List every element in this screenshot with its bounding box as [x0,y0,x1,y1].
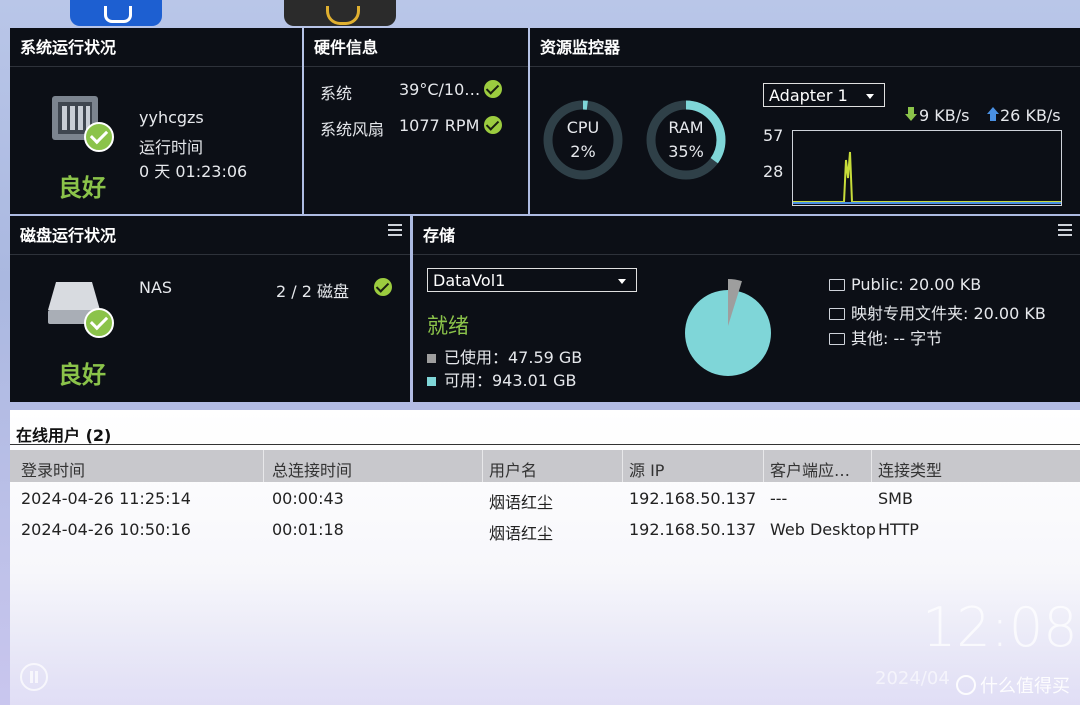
disk-count: 2 / 2 磁盘 [276,282,350,301]
app-icon-top-left[interactable] [70,0,162,26]
volume-select-value: DataVol1 [433,271,506,290]
column-divider[interactable] [263,450,264,482]
folder-other-text: 其他: -- 字节 [851,329,943,348]
column-header-login-time[interactable]: 登录时间 [21,457,85,481]
folder-item-public: Public: 20.00 KB [829,275,981,294]
upload-arrow-icon [987,107,999,121]
hostname: yyhcgzs [139,108,204,127]
disk-health-check-icon [84,308,114,338]
chevron-down-icon [866,94,874,99]
cpu-label: CPU [566,118,600,137]
column-header-client-app[interactable]: 客户端应… [770,457,850,481]
column-header-duration[interactable]: 总连接时间 [272,457,352,481]
cpu-gauge [543,100,623,180]
chart-y-tick-mid: 28 [763,162,784,181]
download-arrow-icon [905,107,917,121]
folder-mapped-text: 映射专用文件夹: 20.00 KB [851,304,1046,323]
hardware-panel: 硬件信息 系统 39°C/10… 系统风扇 1077 RPM [304,28,528,214]
volume-select[interactable]: DataVol1 [427,268,637,292]
folder-item-mapped: 映射专用文件夹: 20.00 KB [829,300,1046,324]
chevron-down-icon [618,279,626,284]
network-traffic-chart [792,130,1062,206]
column-divider[interactable] [482,450,483,482]
folder-icon [829,279,845,291]
free-label: 可用：943.01 GB [444,371,577,390]
download-rate: 9 KB/s [919,106,970,125]
free-swatch [427,377,436,386]
cell-login-time: 2024-04-26 10:50:16 [21,520,191,539]
uptime-label: 运行时间 [139,138,204,157]
watermark: 什么值得买 [956,672,1070,698]
used-label: 已使用：47.59 GB [444,348,583,367]
folder-icon [829,308,845,320]
used-legend: 已使用：47.59 GB [427,344,582,368]
table-header-row: 登录时间 总连接时间 用户名 源 IP 客户端应… 连接类型 [10,450,1080,482]
title-divider [10,444,1080,445]
desktop-date: 2024/04 [875,668,950,689]
pause-icon[interactable] [20,663,48,691]
column-header-connection-type[interactable]: 连接类型 [878,457,942,481]
desktop-clock: 12:08 [922,596,1078,659]
cell-client-app: Web Desktop [770,520,876,539]
hardware-system-label: 系统 [320,84,353,103]
used-swatch [427,354,436,363]
system-status-title: 系统运行状况 [10,28,302,67]
hardware-fan-label: 系统风扇 [320,120,385,139]
volume-state: 就绪 [427,314,469,338]
cell-duration: 00:00:43 [272,489,344,508]
hardware-system-value: 39°C/10… [399,80,481,99]
menu-list-icon[interactable] [1058,224,1072,236]
menu-list-icon[interactable] [388,224,402,236]
disk-status-title: 磁盘运行状况 [10,216,410,255]
system-status-panel: 系统运行状况 良好 yyhcgzs 运行时间 0 天 01:23:06 [10,28,302,214]
uptime-value: 0 天 01:23:06 [139,162,248,181]
ram-value: 35% [668,142,704,161]
watermark-logo-icon [956,675,976,695]
column-divider[interactable] [763,450,764,482]
app-icon-top-center[interactable] [284,0,396,26]
system-health-status: 良好 [58,174,106,202]
storage-panel: 存储 DataVol1 就绪 已使用：47.59 GB 可用：943.01 GB… [413,216,1080,402]
disk-device-name: NAS [139,278,173,297]
disk-status-panel: 磁盘运行状况 良好 NAS 2 / 2 磁盘 [10,216,410,402]
storage-title: 存储 [413,216,1080,255]
cell-login-time: 2024-04-26 11:25:14 [21,489,191,508]
online-users-title: 在线用户 (2) [16,426,112,445]
ram-gauge [646,100,726,180]
upload-rate: 26 KB/s [1000,106,1061,125]
cell-source-ip: 192.168.50.137 [629,520,757,539]
cell-username: 烟语红尘 [489,524,554,543]
cell-client-app: --- [770,489,788,508]
cell-username: 烟语红尘 [489,493,554,512]
health-check-icon [84,122,114,152]
cpu-value: 2% [570,142,596,161]
adapter-select-value: Adapter 1 [769,86,848,105]
ram-label: RAM [668,118,704,137]
chart-y-tick-top: 57 [763,126,784,145]
free-legend: 可用：943.01 GB [427,367,576,391]
folder-icon [829,333,845,345]
cell-source-ip: 192.168.50.137 [629,489,757,508]
resource-monitor-title: 资源监控器 [530,28,1080,67]
storage-pie-chart [685,279,771,376]
adapter-select[interactable]: Adapter 1 [763,83,885,107]
watermark-text: 什么值得买 [980,676,1070,697]
fan-ok-icon [484,116,502,134]
online-users-panel: 在线用户 (2) 登录时间 总连接时间 用户名 源 IP 客户端应… 连接类型 … [10,410,1080,705]
system-temp-ok-icon [484,80,502,98]
hardware-fan-value: 1077 RPM [399,116,480,135]
folder-public-text: Public: 20.00 KB [851,275,982,294]
disk-ok-icon [374,278,392,296]
column-divider[interactable] [871,450,872,482]
cell-connection-type: HTTP [878,520,919,539]
cell-duration: 00:01:18 [272,520,344,539]
disk-health-status: 良好 [58,361,106,389]
column-divider[interactable] [622,450,623,482]
column-header-username[interactable]: 用户名 [489,457,537,481]
cell-connection-type: SMB [878,489,913,508]
resource-monitor-panel: 资源监控器 CPU 2% RAM 35% Adapter 1 9 KB/s 26… [530,28,1080,214]
hardware-title: 硬件信息 [304,28,528,67]
column-header-source-ip[interactable]: 源 IP [629,457,664,481]
folder-item-other: 其他: -- 字节 [829,325,942,349]
